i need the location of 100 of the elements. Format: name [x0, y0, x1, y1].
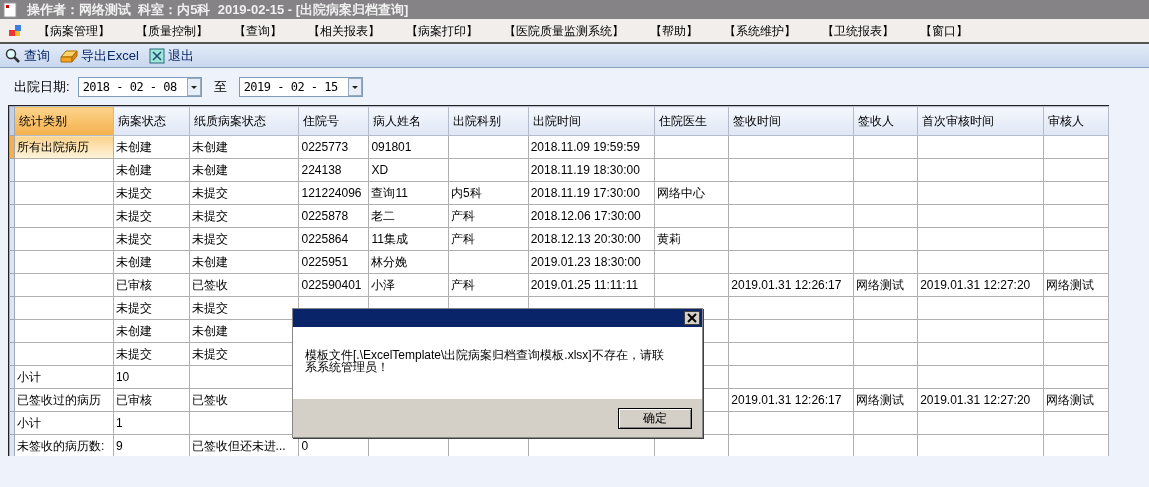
table-cell: 未创建 — [191, 255, 228, 269]
menu-item[interactable]: 【医院质量监测系统】 — [500, 21, 628, 40]
table-cell: 林分娩 — [371, 255, 408, 269]
column-header[interactable]: 出院时间 — [528, 106, 655, 136]
row-selector[interactable] — [9, 250, 15, 274]
table-cell: 2018.12.13 20:30:00 — [530, 232, 641, 246]
row-selector[interactable] — [9, 342, 15, 366]
table-cell: 所有出院病历 — [16, 140, 89, 154]
column-header[interactable]: 统计类别 — [14, 106, 114, 136]
dropdown-icon[interactable] — [347, 77, 362, 96]
date-picker[interactable]: 2018 - 02 - 08 — [77, 76, 202, 97]
table-cell: 未创建 — [115, 163, 152, 177]
table-cell: 未提交 — [191, 209, 228, 223]
menu-item[interactable]: 【窗口】 — [916, 21, 972, 40]
exit-button[interactable]: 退出 — [148, 45, 194, 66]
table-cell: 未提交 — [191, 186, 228, 200]
table-cell: 未创建 — [191, 140, 228, 154]
ok-button[interactable]: 确定 — [618, 407, 692, 429]
row-selector[interactable] — [9, 273, 15, 297]
table-cell: 已审核 — [115, 393, 152, 407]
app-menu-icon[interactable] — [8, 23, 22, 38]
row-selector[interactable] — [9, 181, 15, 205]
eraser-icon — [60, 48, 78, 63]
row-selector[interactable] — [9, 296, 15, 320]
table-cell: 未创建 — [191, 324, 228, 338]
column-header[interactable]: 签收人 — [853, 106, 918, 136]
table-cell: 网络测试 — [1046, 393, 1095, 407]
table-cell: 已签收但还未进... — [191, 439, 286, 453]
table-cell: 10 — [115, 370, 130, 384]
table-cell: 未提交 — [115, 186, 152, 200]
row-selector[interactable] — [9, 319, 15, 343]
column-header[interactable]: 审核人 — [1043, 106, 1109, 136]
close-box-icon — [148, 47, 165, 64]
table-cell: 2019.01.31 12:27:20 — [920, 278, 1031, 292]
table-cell: 2019.01.25 11:11:11 — [530, 278, 639, 292]
table-cell: 2019.01.23 18:30:00 — [530, 255, 641, 269]
table-cell: 产科 — [451, 209, 476, 223]
column-header[interactable]: 纸质病案状态 — [189, 106, 299, 136]
menu-item[interactable]: 【病案打印】 — [402, 21, 482, 40]
row-selector[interactable] — [9, 388, 15, 412]
search-button[interactable]: 查询 — [5, 45, 50, 66]
table-cell: 小泽 — [371, 278, 396, 292]
row-selector[interactable] — [9, 227, 15, 251]
date-picker[interactable]: 2019 - 02 - 15 — [238, 76, 363, 97]
table-cell: 2018.11.19 17:30:00 — [530, 186, 640, 200]
table-cell: XD — [371, 163, 389, 177]
table-cell: 网络中心 — [656, 186, 705, 200]
menu-item[interactable]: 【帮助】 — [646, 21, 702, 40]
column-header[interactable]: 签收时间 — [728, 106, 854, 136]
table-cell: 未创建 — [191, 163, 228, 177]
table-cell: 1 — [115, 416, 123, 430]
table-cell: 未提交 — [115, 347, 152, 361]
table-cell: 0225951 — [301, 255, 349, 269]
table-cell: 已审核 — [115, 278, 152, 292]
table-cell: 查询11 — [371, 186, 408, 200]
app-icon — [3, 1, 17, 18]
table-cell: 9 — [115, 439, 123, 453]
menu-item[interactable]: 【病案管理】 — [34, 21, 114, 40]
dropdown-icon[interactable] — [186, 77, 201, 96]
column-header[interactable]: 病人姓名 — [368, 106, 449, 136]
table-cell: 2019.01.31 12:26:17 — [731, 393, 842, 407]
menu-item[interactable]: 【质量控制】 — [132, 21, 212, 40]
table-cell: 未提交 — [115, 301, 152, 315]
row-selector[interactable] — [9, 158, 15, 182]
column-header[interactable]: 住院号 — [298, 106, 369, 136]
menu-item[interactable]: 【系统维护】 — [720, 21, 800, 40]
table-cell: 未提交 — [115, 232, 152, 246]
column-header[interactable]: 出院科别 — [448, 106, 529, 136]
table-cell: 091801 — [371, 140, 412, 154]
table-cell: 2018.12.06 17:30:00 — [530, 209, 641, 223]
export-button[interactable]: 导出Excel — [60, 45, 139, 66]
table-cell: 产科 — [451, 278, 476, 292]
table-cell: 未创建 — [115, 255, 152, 269]
table-cell: 网络测试 — [856, 393, 905, 407]
column-header[interactable]: 住院医生 — [654, 106, 729, 136]
table-cell: 2019.01.31 12:26:17 — [731, 278, 842, 292]
table-cell: 小计 — [16, 416, 41, 430]
row-selector[interactable] — [9, 365, 15, 389]
table-cell: 0225878 — [301, 209, 349, 223]
table-cell: 未提交 — [191, 232, 228, 246]
table-cell: 已签收 — [191, 393, 228, 407]
row-selector[interactable] — [9, 411, 15, 435]
table-cell: 未提交 — [191, 347, 228, 361]
row-selector[interactable] — [9, 434, 15, 456]
close-icon[interactable] — [684, 311, 700, 325]
column-header[interactable]: 首次审核时间 — [917, 106, 1044, 136]
table-cell: 0225864 — [301, 232, 349, 246]
discharge-date-label: 出院日期: — [14, 77, 70, 96]
menu-item[interactable]: 【卫统报表】 — [818, 21, 898, 40]
menu-item[interactable]: 【查询】 — [230, 21, 286, 40]
error-message: 模板文件[.\ExcelTemplate\出院病案归档查询模板.xlsx]不存在，请联系系统管理员！ — [305, 349, 665, 373]
table-cell: 黄莉 — [656, 232, 681, 246]
menu-item[interactable]: 【相关报表】 — [304, 21, 384, 40]
table-cell: 022590401 — [301, 278, 362, 292]
column-header[interactable]: 病案状态 — [113, 106, 190, 136]
table-cell: 未创建 — [115, 140, 152, 154]
row-selector[interactable] — [9, 135, 15, 159]
table-cell: 小计 — [16, 370, 41, 384]
row-selector[interactable] — [9, 204, 15, 228]
table-cell: 2018.11.19 18:30:00 — [530, 163, 640, 177]
